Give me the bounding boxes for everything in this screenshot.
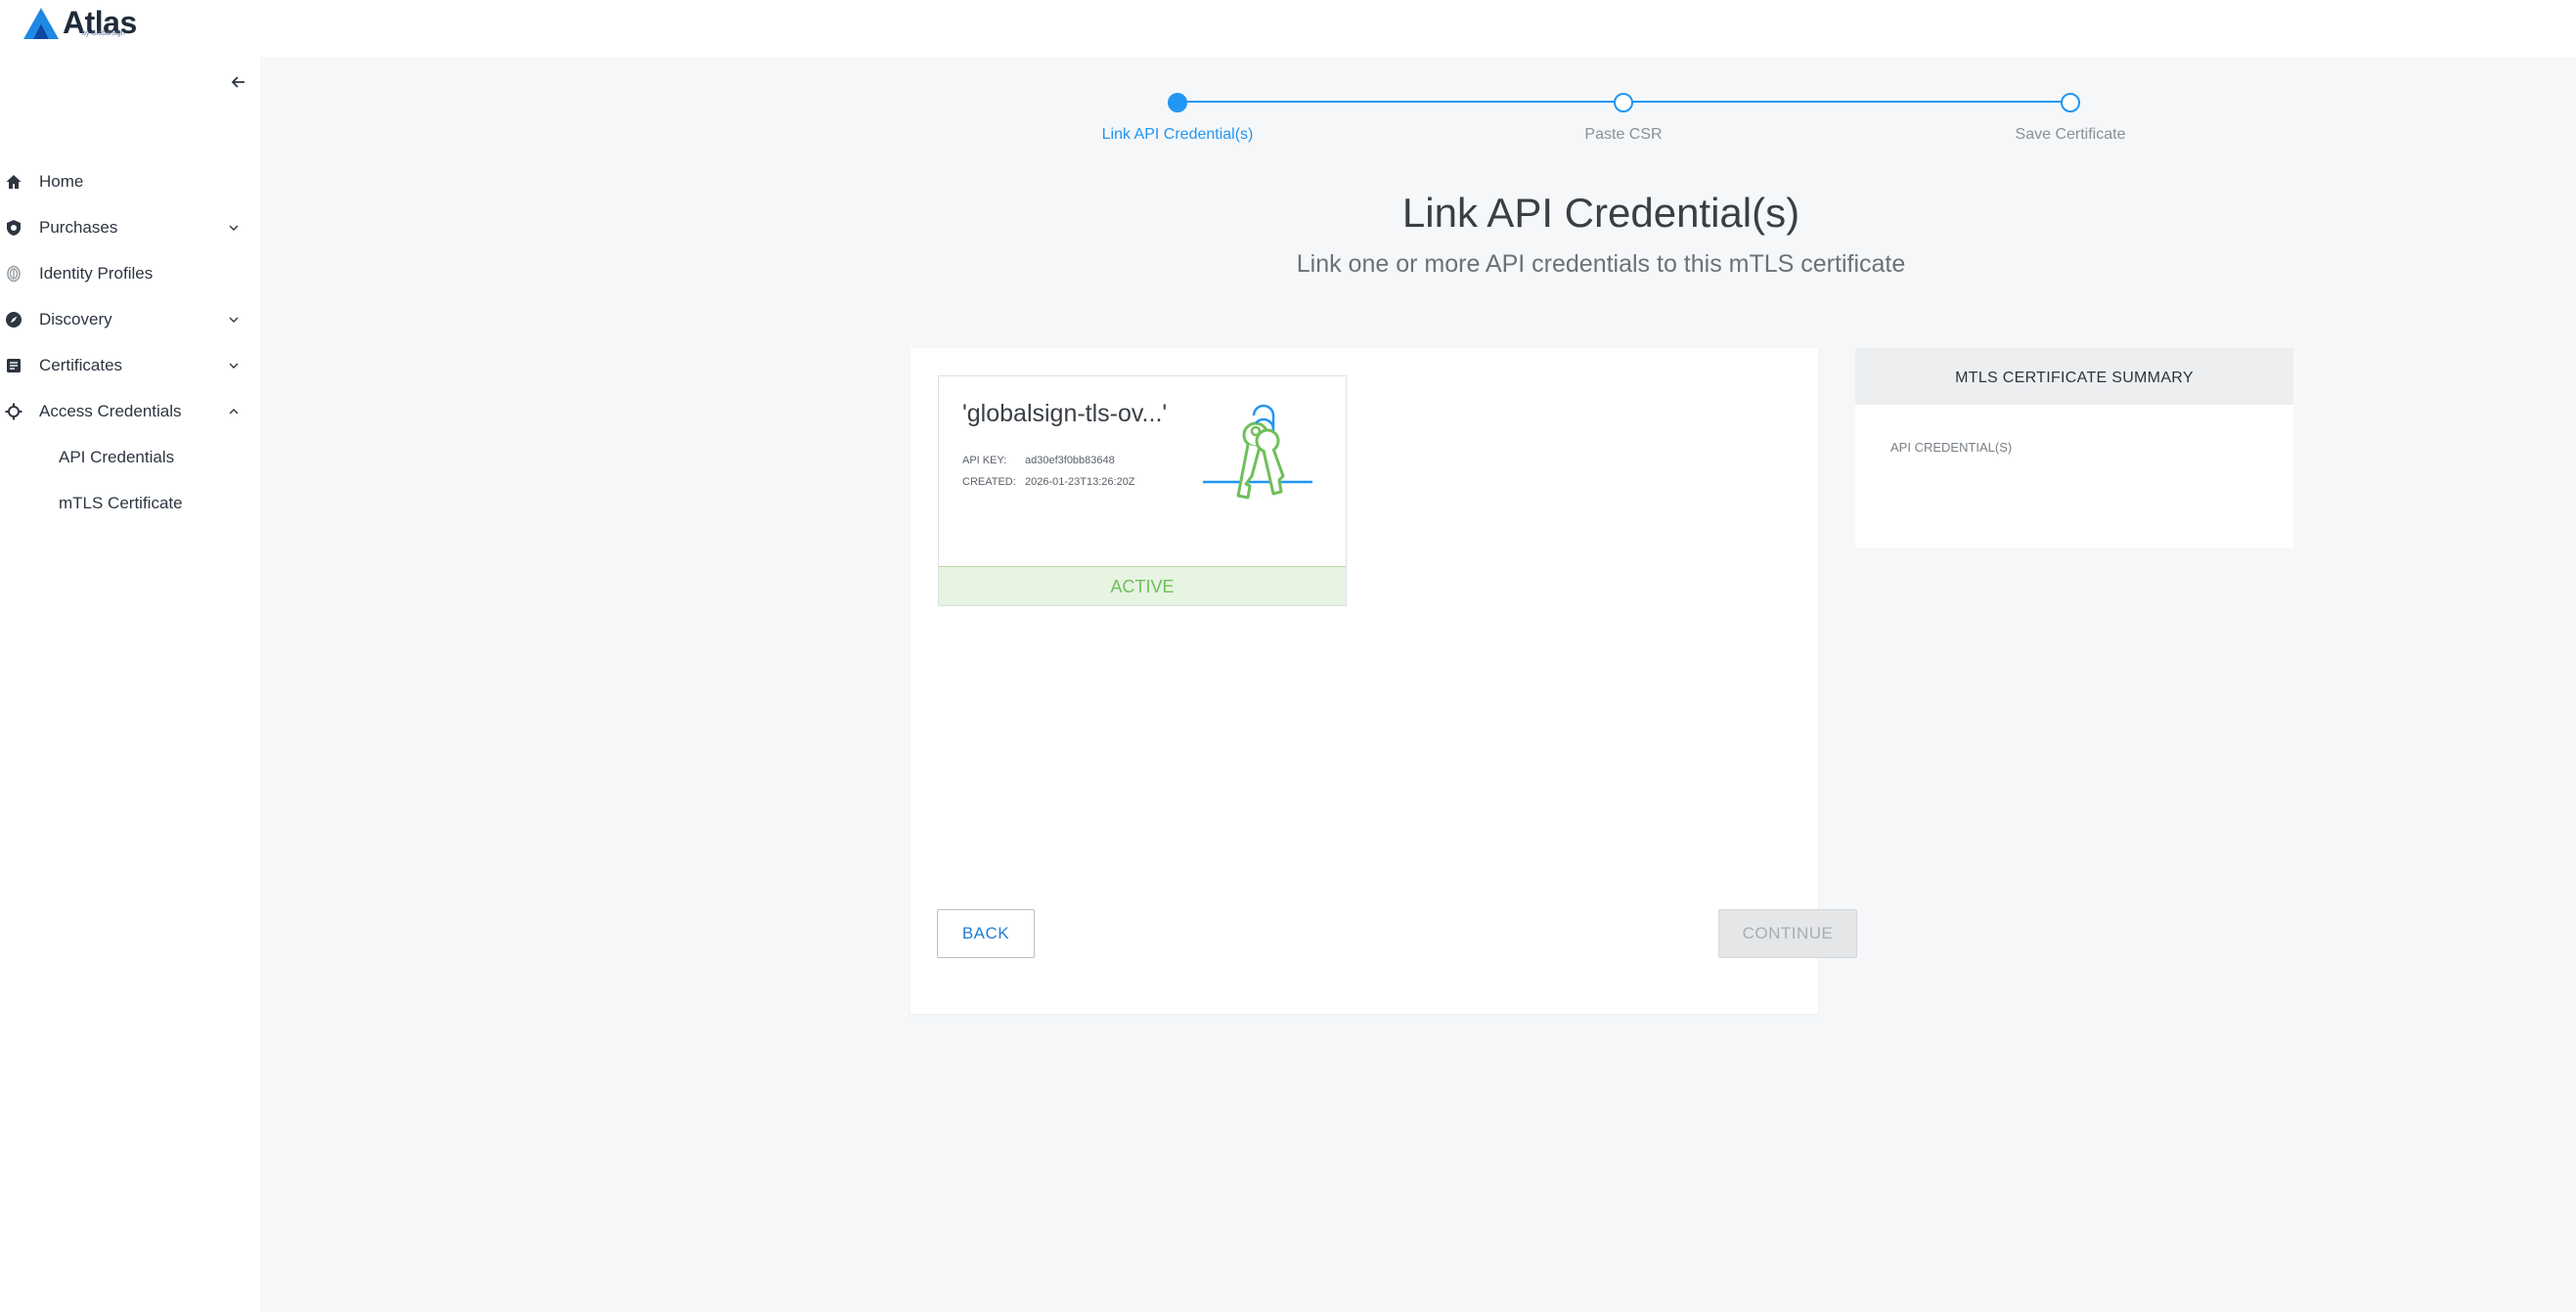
step-dot-link-credentials[interactable]	[1168, 93, 1187, 112]
sidebar-item-purchases[interactable]: Purchases	[0, 204, 260, 250]
sidebar-item-label: Access Credentials	[39, 401, 182, 420]
sidebar-item-discovery[interactable]: Discovery	[0, 296, 260, 342]
summary-title: MTLS CERTIFICATE SUMMARY	[1855, 348, 2293, 405]
credential-selection-panel: 'globalsign-tls-ov...' API KEY: ad30ef3f…	[910, 348, 1857, 1014]
sidebar-item-home[interactable]: Home	[0, 158, 260, 204]
compass-icon	[4, 310, 23, 329]
sidebar-item-certificates[interactable]: Certificates	[0, 342, 260, 388]
shield-icon	[4, 218, 23, 238]
page-subtitle: Link one or more API credentials to this…	[1296, 250, 1906, 278]
api-key-value: ad30ef3f0bb83648	[1025, 455, 1115, 466]
document-icon	[4, 356, 23, 375]
keys-icon	[1203, 404, 1312, 500]
sidebar-item-label: Home	[39, 171, 84, 191]
sidebar-item-label: Purchases	[39, 217, 118, 237]
created-label: CREATED:	[962, 476, 1016, 488]
step-label-save-certificate[interactable]: Save Certificate	[2016, 126, 2126, 144]
step-dot-save-certificate[interactable]	[2061, 93, 2080, 112]
main-content: Link API Credential(s) Paste CSR Save Ce…	[260, 57, 2576, 1312]
api-key-label: API KEY:	[962, 455, 1007, 466]
sidebar-subitem-api-credentials[interactable]: API Credentials	[0, 434, 260, 480]
brand-sub: by GlobalSign	[82, 30, 125, 37]
sidebar-item-label: Identity Profiles	[39, 263, 154, 283]
credential-name: 'globalsign-tls-ov...'	[962, 400, 1168, 427]
continue-button[interactable]: CONTINUE	[1718, 909, 1857, 958]
sidebar-item-label: Discovery	[39, 309, 112, 328]
credential-api-key-row: API KEY: ad30ef3f0bb83648	[962, 455, 1115, 466]
stepper: Link API Credential(s) Paste CSR Save Ce…	[260, 57, 2576, 154]
summary-api-credentials-label: API CREDENTIAL(S)	[1890, 440, 2013, 455]
crosshair-icon	[4, 402, 23, 421]
atlas-logo-icon	[23, 8, 59, 39]
credential-card[interactable]: 'globalsign-tls-ov...' API KEY: ad30ef3f…	[938, 375, 1347, 606]
chevron-down-icon	[226, 358, 242, 373]
sidebar-item-identity-profiles[interactable]: Identity Profiles	[0, 250, 260, 296]
atlas-logo[interactable]: Atlas	[22, 6, 137, 45]
home-icon	[4, 172, 23, 192]
sidebar-nav: Home Purchases Identity Profiles Discove…	[0, 158, 260, 526]
fingerprint-icon	[4, 264, 23, 284]
chevron-down-icon	[226, 220, 242, 236]
credential-created-row: CREATED: 2026-01-23T13:26:20Z	[962, 476, 1135, 488]
sidebar-item-label: Certificates	[39, 355, 123, 374]
sidebar: Home Purchases Identity Profiles Discove…	[0, 57, 260, 1312]
created-value: 2026-01-23T13:26:20Z	[1025, 476, 1135, 488]
page-title: Link API Credential(s)	[1401, 190, 1800, 236]
sidebar-item-access-credentials[interactable]: Access Credentials	[0, 388, 260, 434]
chevron-up-icon	[226, 404, 242, 419]
step-label-link-credentials[interactable]: Link API Credential(s)	[1102, 126, 1254, 144]
status-badge: ACTIVE	[939, 566, 1346, 605]
collapse-sidebar-button[interactable]	[227, 70, 250, 94]
mtls-certificate-summary: MTLS CERTIFICATE SUMMARY API CREDENTIAL(…	[1855, 348, 2293, 547]
arrow-left-icon	[231, 76, 244, 88]
sidebar-subitem-label: API Credentials	[59, 447, 175, 466]
back-button[interactable]: BACK	[937, 909, 1035, 958]
step-label-paste-csr[interactable]: Paste CSR	[1584, 126, 1662, 144]
chevron-down-icon	[226, 312, 242, 328]
sidebar-subitem-mtls-certificate[interactable]: mTLS Certificate	[0, 480, 260, 526]
top-bar: Atlas by GlobalSign	[0, 0, 2576, 57]
sidebar-subitem-label: mTLS Certificate	[59, 493, 183, 512]
step-dot-paste-csr[interactable]	[1614, 93, 1633, 112]
